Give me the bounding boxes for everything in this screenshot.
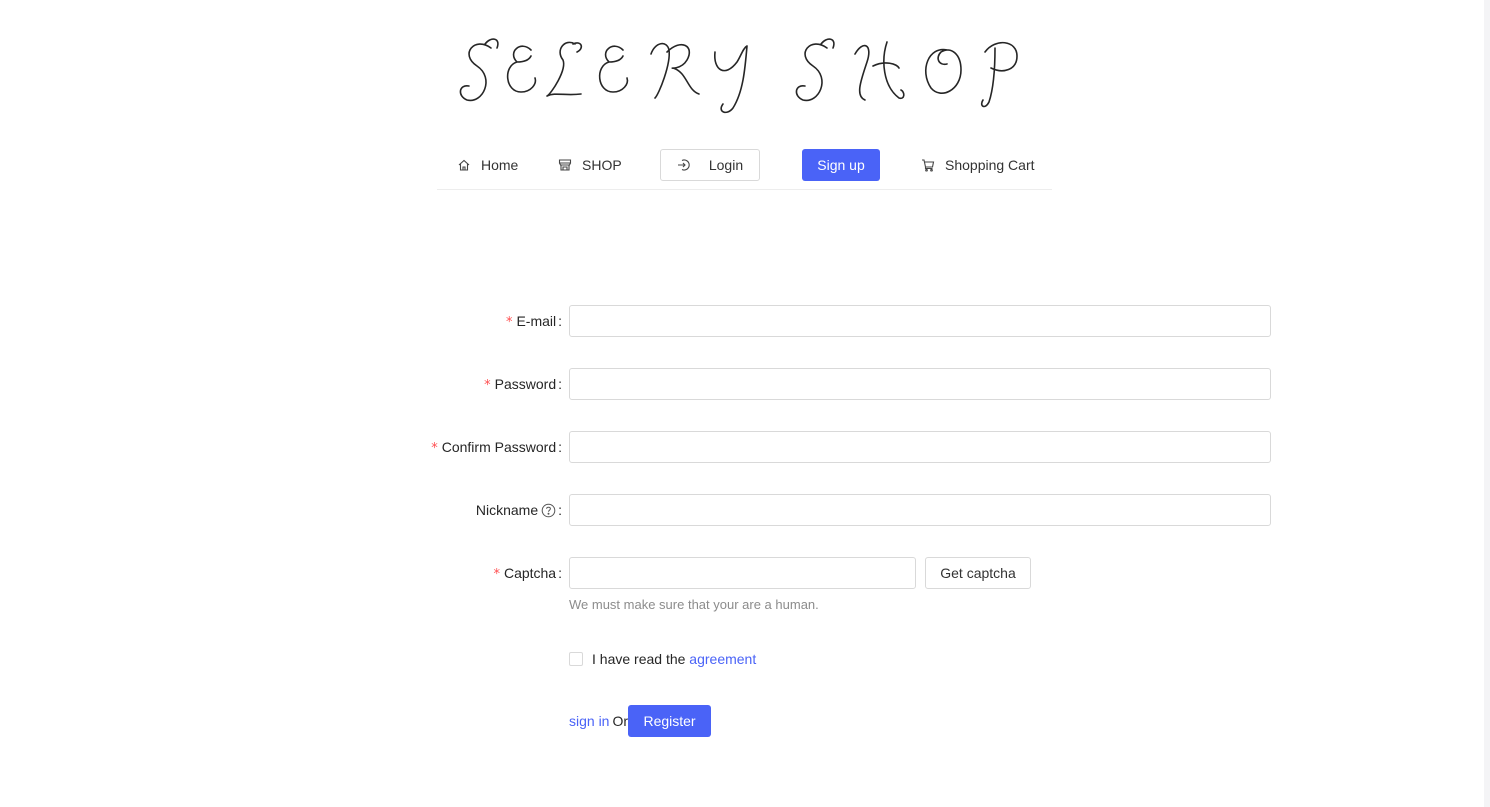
email-row: * E-mail:	[0, 305, 1490, 337]
shop-logo[interactable]	[455, 30, 1035, 120]
confirm-password-row: * Confirm Password:	[0, 431, 1490, 463]
label-colon: :	[558, 313, 562, 329]
signup-label: Sign up	[817, 157, 865, 173]
confirm-password-label: * Confirm Password:	[431, 431, 562, 463]
sign-in-link[interactable]: sign in	[569, 713, 609, 729]
nickname-row: Nickname:	[0, 494, 1490, 526]
nav-shopping-cart[interactable]: Shopping Cart	[921, 149, 1035, 181]
logo-script-graphic	[459, 38, 1018, 114]
password-row: * Password:	[0, 368, 1490, 400]
signup-button[interactable]: Sign up	[802, 149, 880, 181]
register-button[interactable]: Register	[628, 705, 712, 737]
form-actions: sign in Or Register	[569, 705, 712, 737]
captcha-hint: We must make sure that your are a human.	[569, 597, 819, 612]
label-colon: :	[558, 376, 562, 392]
shop-icon	[558, 158, 572, 172]
email-field[interactable]	[569, 305, 1271, 337]
login-label: Login	[708, 157, 744, 173]
agreement-link[interactable]: agreement	[689, 651, 756, 667]
required-mark: *	[505, 315, 513, 330]
label-colon: :	[558, 502, 562, 518]
required-mark: *	[484, 378, 491, 393]
confirm-password-field[interactable]	[569, 431, 1271, 463]
label-colon: :	[558, 439, 562, 455]
confirm-password-label-text: Confirm Password	[441, 439, 557, 455]
page: Home SHOP Login Sign up Shopping Cart * E…	[0, 0, 1490, 807]
login-icon	[677, 158, 691, 172]
agreement-row: I have read the agreement	[569, 651, 756, 667]
get-captcha-button[interactable]: Get captcha	[925, 557, 1031, 589]
agreement-text: I have read the	[592, 651, 690, 667]
shopping-cart-icon	[921, 158, 935, 172]
nav-shop[interactable]: SHOP	[558, 149, 622, 181]
captcha-row: * Captcha: Get captcha	[0, 557, 1490, 589]
email-label: * E-mail:	[506, 305, 562, 337]
scrollbar[interactable]	[1484, 0, 1490, 807]
captcha-label: * Captcha:	[493, 557, 562, 589]
captcha-label-text: Captcha	[503, 565, 557, 581]
label-colon: :	[558, 565, 562, 581]
nav-home-label: Home	[481, 157, 519, 173]
nav-cart-label: Shopping Cart	[945, 157, 1035, 173]
nickname-label: Nickname:	[476, 494, 562, 526]
required-mark: *	[431, 441, 438, 456]
or-text: Or	[612, 713, 629, 729]
password-label: * Password:	[484, 368, 562, 400]
nickname-field[interactable]	[569, 494, 1271, 526]
home-icon	[457, 158, 471, 172]
nav-shop-label: SHOP	[582, 157, 622, 173]
email-label-text: E-mail	[516, 313, 557, 329]
top-nav: Home SHOP Login Sign up Shopping Cart	[437, 145, 1052, 190]
required-mark: *	[493, 567, 500, 582]
question-circle-icon[interactable]	[541, 497, 556, 518]
password-label-text: Password	[494, 376, 557, 392]
login-button[interactable]: Login	[660, 149, 760, 181]
agreement-checkbox[interactable]	[569, 652, 583, 666]
nickname-label-text: Nickname	[475, 502, 539, 518]
nav-home[interactable]: Home	[457, 149, 518, 181]
password-field[interactable]	[569, 368, 1271, 400]
captcha-field[interactable]	[569, 557, 916, 589]
